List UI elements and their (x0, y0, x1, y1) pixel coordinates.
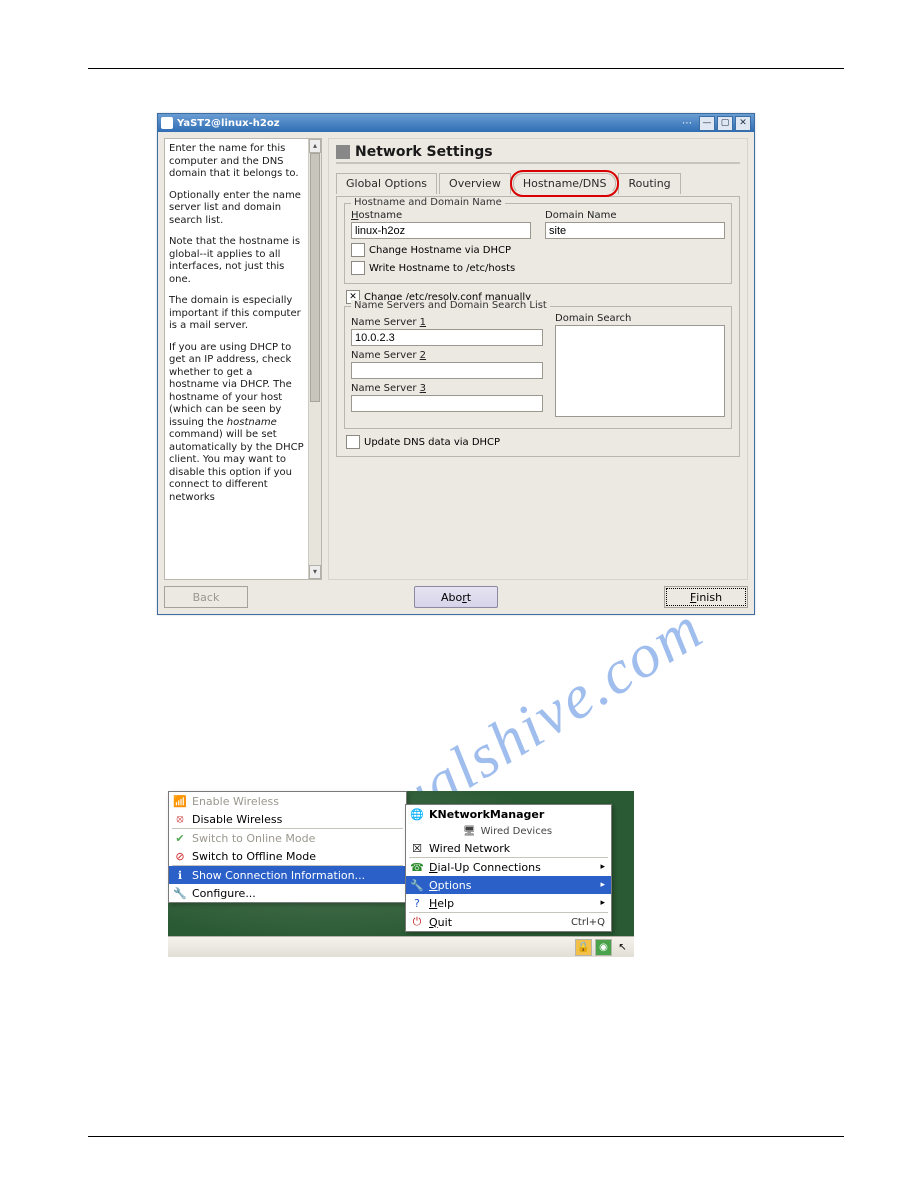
mi-dialup[interactable]: ☎Dial-Up Connections▸ (406, 858, 611, 876)
scroll-up-icon[interactable]: ▴ (309, 139, 321, 153)
hostname-input[interactable] (351, 222, 531, 239)
tray-lock-icon[interactable]: 🔒 (575, 939, 592, 956)
tab-overview[interactable]: Overview (439, 173, 511, 194)
options-icon[interactable]: ⋯ (681, 117, 693, 129)
mi-quit[interactable]: ⏻QuitCtrl+Q (406, 913, 611, 931)
minimize-button[interactable]: — (699, 116, 715, 131)
knetworkmanager-menu: 🌐KNetworkManager 🖥Wired Devices ☒Wired N… (405, 804, 612, 932)
group-hostname-legend: Hostname and Domain Name (351, 197, 505, 208)
domain-search-label: Domain Search (555, 313, 725, 324)
group-nameservers-legend: Name Servers and Domain Search List (351, 300, 550, 311)
help-p2: Optionally enter the name server list an… (169, 190, 305, 228)
wireless-off-icon: ⦻ (173, 812, 187, 826)
ns3-input[interactable] (351, 395, 543, 412)
yast-window: YaST2@linux-h2oz ⋯ — ▢ ✕ Enter the name … (157, 113, 755, 615)
titlebar[interactable]: YaST2@linux-h2oz ⋯ — ▢ ✕ (158, 114, 754, 132)
mi-options[interactable]: 🔧Options▸ (406, 876, 611, 894)
domain-search-input[interactable] (555, 325, 725, 417)
ns2-label: Name Server 2 (351, 350, 543, 361)
mi-wired-network[interactable]: ☒Wired Network (406, 839, 611, 857)
tray-network-icon[interactable]: ◉ (595, 939, 612, 956)
mi-help[interactable]: ?Help▸ (406, 894, 611, 912)
help-pane: Enter the name for this computer and the… (164, 138, 322, 580)
window-title: YaST2@linux-h2oz (177, 118, 675, 129)
network-icon (336, 145, 350, 159)
ns1-label: Name Server 1 (351, 317, 543, 328)
wrench-icon: 🔧 (410, 878, 424, 892)
mi-configure[interactable]: 🔧Configure... (169, 884, 406, 902)
hostname-label: Hostname (351, 210, 531, 221)
ns3-label: Name Server 3 (351, 383, 543, 394)
mi-disable-wireless[interactable]: ⦻Disable Wireless (169, 810, 406, 828)
back-button[interactable]: Back (164, 586, 248, 608)
mi-title: 🌐KNetworkManager (406, 805, 611, 823)
phone-icon: ☎ (410, 860, 424, 874)
tab-routing[interactable]: Routing (618, 173, 680, 194)
group-nameservers: Name Servers and Domain Search List Name… (344, 306, 732, 429)
page-rule-bottom (88, 1136, 844, 1137)
offline-icon: ⊘ (173, 849, 187, 863)
tabpanel-hostname: Hostname and Domain Name Hostname Domain… (336, 196, 740, 457)
taskbar: 🔒 ◉ ↖ (168, 936, 634, 957)
checkbox-change-hostname-dhcp[interactable]: Change Hostname via DHCP (351, 243, 725, 257)
ns1-input[interactable] (351, 329, 543, 346)
mi-switch-online: ✔Switch to Online Mode (169, 829, 406, 847)
checkbox-write-etc-hosts[interactable]: Write Hostname to /etc/hosts (351, 261, 725, 275)
mi-enable-wireless: 📶Enable Wireless (169, 792, 406, 810)
app-icon (161, 117, 173, 129)
knetworkmanager-screenshot: 📶Enable Wireless ⦻Disable Wireless ✔Swit… (168, 791, 634, 957)
close-button[interactable]: ✕ (735, 116, 751, 131)
group-hostname: Hostname and Domain Name Hostname Domain… (344, 203, 732, 284)
finish-button[interactable]: Finish (664, 586, 748, 608)
domain-label: Domain Name (545, 210, 725, 221)
power-icon: ⏻ (410, 915, 424, 929)
page-title: Network Settings (336, 144, 740, 160)
button-bar: Back Abort Finish (164, 586, 748, 608)
title-rule (336, 162, 740, 164)
help-icon: ? (410, 896, 424, 910)
tab-hostname-dns[interactable]: Hostname/DNS (513, 173, 617, 194)
options-submenu: 📶Enable Wireless ⦻Disable Wireless ✔Swit… (168, 791, 407, 903)
page-rule-top (88, 68, 844, 69)
help-scrollbar[interactable]: ▴ ▾ (308, 139, 321, 579)
wireless-on-icon: 📶 (173, 794, 187, 808)
help-p3: Note that the hostname is global--it app… (169, 236, 305, 286)
checked-icon: ☒ (410, 841, 424, 855)
checkbox-update-dns-dhcp[interactable]: Update DNS data via DHCP (346, 435, 732, 449)
nic-icon: 🖥 (463, 826, 476, 837)
mi-show-connection-info[interactable]: ℹShow Connection Information... (169, 866, 406, 884)
mi-wired-header: 🖥Wired Devices (406, 823, 611, 839)
scroll-thumb[interactable] (310, 153, 320, 402)
online-icon: ✔ (173, 831, 187, 845)
scroll-down-icon[interactable]: ▾ (309, 565, 321, 579)
domain-input[interactable] (545, 222, 725, 239)
globe-icon: 🌐 (410, 807, 424, 821)
ns2-input[interactable] (351, 362, 543, 379)
mi-switch-offline[interactable]: ⊘Switch to Offline Mode (169, 847, 406, 865)
tab-global-options[interactable]: Global Options (336, 173, 437, 194)
tray-arrow-icon[interactable]: ↖ (615, 940, 630, 955)
help-p1: Enter the name for this computer and the… (169, 143, 305, 181)
help-p4: The domain is especially important if th… (169, 295, 305, 333)
maximize-button[interactable]: ▢ (717, 116, 733, 131)
tab-row: Global Options Overview Hostname/DNS Rou… (336, 172, 740, 193)
info-icon: ℹ (173, 868, 187, 882)
wrench-icon: 🔧 (173, 886, 187, 900)
abort-button[interactable]: Abort (414, 586, 498, 608)
help-p5: If you are using DHCP to get an IP addre… (169, 342, 305, 505)
